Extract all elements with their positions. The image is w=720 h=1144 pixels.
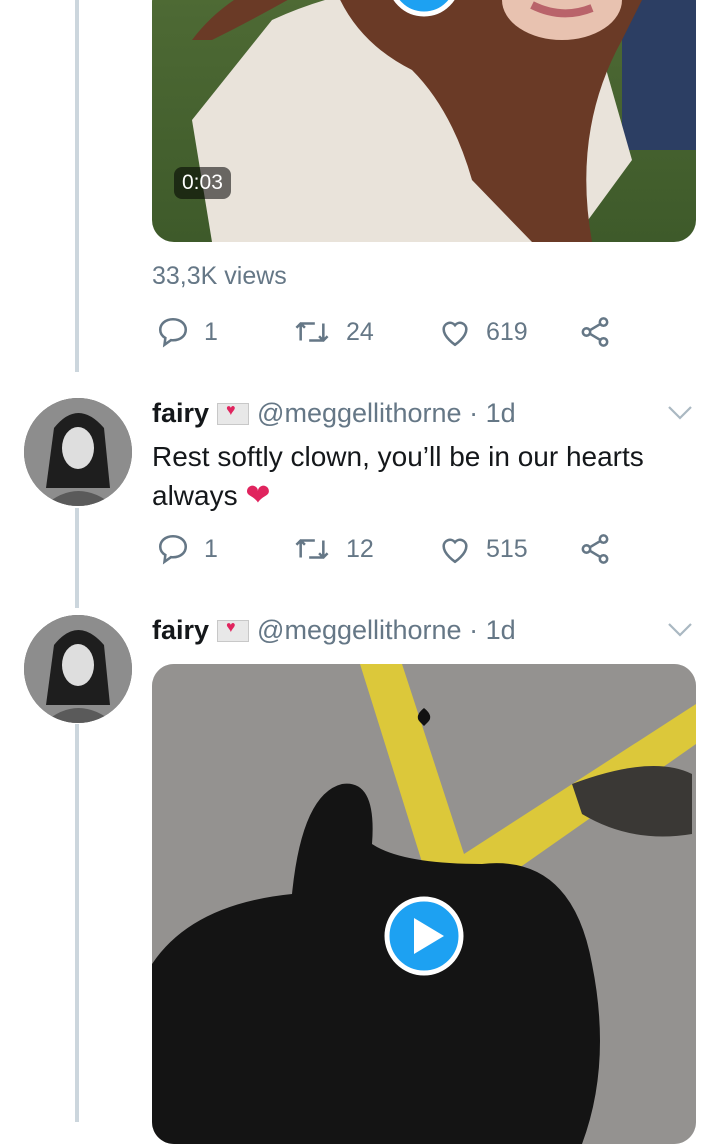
video-duration: 0:03	[174, 167, 231, 199]
like-button[interactable]: 515	[438, 532, 528, 566]
chevron-down-icon[interactable]	[667, 622, 693, 638]
video-frame-portrait	[152, 0, 696, 242]
views-count: 33,3K views	[152, 262, 287, 290]
thread-line-middle	[75, 508, 79, 608]
envelope-heart-emoji	[217, 402, 250, 425]
tweet-header-2: fairy @meggellithorne · 1d	[152, 398, 516, 429]
user-handle[interactable]: @meggellithorne	[257, 615, 462, 646]
tweet-body: Rest softly clown, you’ll be in our hear…	[152, 441, 644, 511]
reply-icon	[158, 534, 188, 565]
like-icon	[442, 538, 468, 564]
action-bar-2: 1 12 515	[152, 532, 622, 572]
red-heart-emoji: ❤	[245, 479, 271, 512]
reply-count: 1	[204, 534, 218, 563]
video-thumbnail-2[interactable]	[152, 664, 696, 1144]
avatar[interactable]	[24, 615, 132, 723]
reply-button[interactable]: 1	[156, 532, 218, 566]
like-count: 515	[486, 534, 528, 563]
thread-line-bottom	[75, 724, 79, 1122]
share-icon	[581, 534, 609, 564]
display-name[interactable]: fairy	[152, 615, 209, 646]
share-icon	[581, 317, 609, 347]
reply-count: 1	[204, 317, 218, 346]
like-count: 619	[486, 317, 528, 346]
retweet-icon	[295, 539, 329, 559]
reply-icon	[158, 317, 188, 348]
like-icon	[442, 321, 468, 347]
retweet-button[interactable]: 24	[292, 315, 374, 349]
retweet-icon	[295, 322, 329, 342]
display-name[interactable]: fairy	[152, 398, 209, 429]
video-thumbnail-1[interactable]: 0:03	[152, 0, 696, 242]
retweet-count: 12	[346, 534, 374, 563]
avatar-photo	[24, 398, 132, 506]
thread-line-top	[75, 0, 79, 372]
tweet-header-3: fairy @meggellithorne · 1d	[152, 615, 516, 646]
retweet-count: 24	[346, 317, 374, 346]
video-frame-shadow	[152, 664, 696, 1144]
user-handle[interactable]: @meggellithorne	[257, 398, 462, 429]
retweet-button[interactable]: 12	[292, 532, 374, 566]
avatar-photo	[24, 615, 132, 723]
like-button[interactable]: 619	[438, 315, 528, 349]
tweet-time: · 1d	[469, 398, 516, 428]
action-bar-1: 1 24 619	[152, 315, 622, 355]
envelope-heart-emoji	[217, 619, 250, 642]
tweet-text: Rest softly clown, you’ll be in our hear…	[152, 437, 702, 515]
reply-button[interactable]: 1	[156, 315, 218, 349]
tweet-time: · 1d	[469, 615, 516, 645]
share-button[interactable]	[578, 532, 612, 566]
avatar[interactable]	[24, 398, 132, 506]
chevron-down-icon[interactable]	[667, 405, 693, 421]
share-button[interactable]	[578, 315, 612, 349]
